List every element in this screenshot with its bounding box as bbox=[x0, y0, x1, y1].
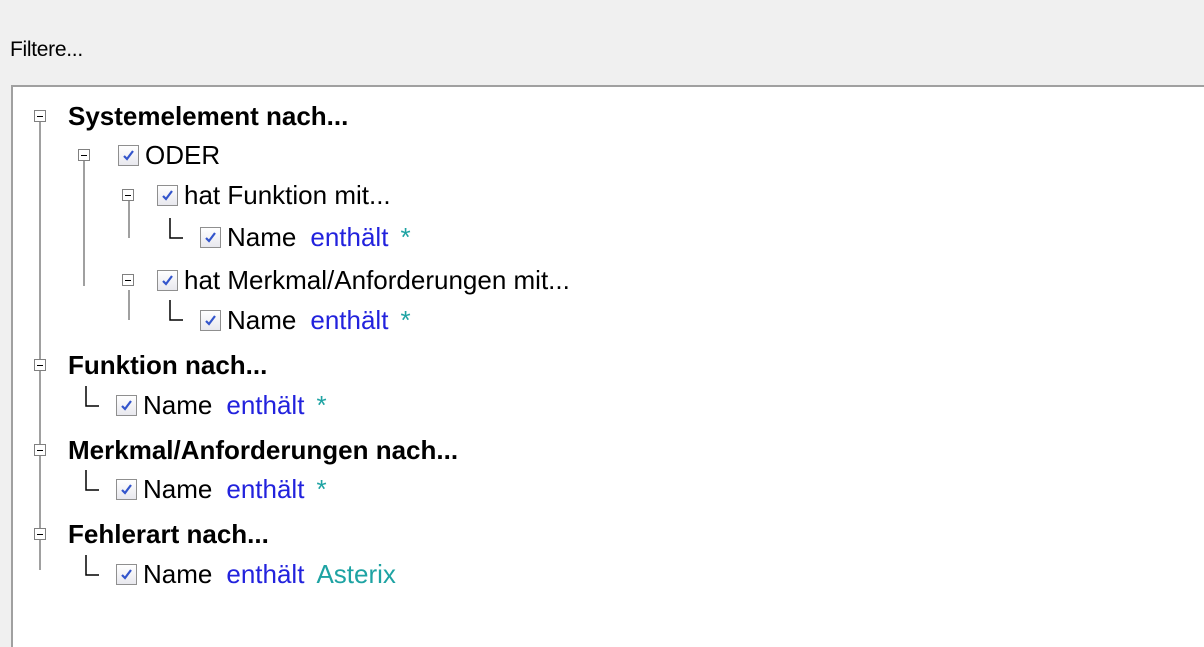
checkbox-oder[interactable] bbox=[118, 144, 139, 166]
collapse-toggle-icon[interactable] bbox=[34, 110, 46, 122]
collapse-toggle-icon[interactable] bbox=[34, 444, 46, 456]
condition-value[interactable]: Asterix bbox=[316, 559, 395, 590]
condition-row[interactable]: Name enthält * bbox=[200, 300, 411, 340]
tree-node-merkmal[interactable]: Merkmal/Anforderungen nach... bbox=[27, 430, 458, 470]
tree-node-label: ODER bbox=[145, 139, 221, 170]
collapse-toggle-icon[interactable] bbox=[78, 149, 90, 161]
condition-operator[interactable]: enthält bbox=[310, 305, 388, 336]
tree-node-label: hat Merkmal/Anforderungen mit... bbox=[184, 264, 570, 295]
condition-operator[interactable]: enthält bbox=[226, 559, 304, 590]
tree-node-funktion[interactable]: Funktion nach... bbox=[27, 345, 267, 385]
condition-value[interactable]: * bbox=[400, 222, 410, 253]
condition-value[interactable]: * bbox=[316, 474, 326, 505]
condition-row[interactable]: Name enthält * bbox=[116, 469, 327, 509]
condition-field: Name bbox=[227, 221, 297, 252]
collapse-toggle-icon[interactable] bbox=[122, 189, 134, 201]
checkbox-condition[interactable] bbox=[200, 226, 221, 248]
tree-node-hat-merkmal[interactable]: hat Merkmal/Anforderungen mit... bbox=[115, 260, 570, 300]
tree-node-fehlerart[interactable]: Fehlerart nach... bbox=[27, 514, 269, 554]
checkbox-condition[interactable] bbox=[116, 394, 137, 416]
checkbox-condition[interactable] bbox=[200, 309, 221, 331]
tree-node-oder[interactable]: ODER bbox=[72, 135, 220, 175]
condition-row[interactable]: Name enthält * bbox=[116, 385, 327, 425]
collapse-toggle-icon[interactable] bbox=[34, 359, 46, 371]
condition-row[interactable]: Name enthält * bbox=[200, 217, 411, 257]
collapse-toggle-icon[interactable] bbox=[122, 274, 134, 286]
condition-operator[interactable]: enthält bbox=[226, 390, 304, 421]
condition-value[interactable]: * bbox=[316, 390, 326, 421]
tree-node-hat-funktion[interactable]: hat Funktion mit... bbox=[115, 175, 391, 215]
condition-row[interactable]: Name enthält Asterix bbox=[116, 554, 396, 594]
tree-node-label: Systemelement nach... bbox=[68, 100, 349, 131]
tree-node-label: hat Funktion mit... bbox=[184, 179, 391, 210]
condition-field: Name bbox=[143, 389, 213, 420]
condition-field: Name bbox=[227, 304, 297, 335]
checkbox-condition[interactable] bbox=[116, 563, 137, 585]
condition-operator[interactable]: enthält bbox=[226, 474, 304, 505]
filter-header-label: Filtere... bbox=[10, 38, 83, 61]
tree-node-systemelement[interactable]: Systemelement nach... bbox=[27, 96, 348, 136]
condition-value[interactable]: * bbox=[400, 305, 410, 336]
collapse-toggle-icon[interactable] bbox=[34, 528, 46, 540]
checkbox-hat-funktion[interactable] bbox=[157, 184, 178, 206]
checkbox-condition[interactable] bbox=[116, 478, 137, 500]
condition-field: Name bbox=[143, 473, 213, 504]
tree-node-label: Fehlerart nach... bbox=[68, 518, 269, 549]
condition-operator[interactable]: enthält bbox=[310, 222, 388, 253]
tree-node-label: Merkmal/Anforderungen nach... bbox=[68, 434, 459, 465]
condition-field: Name bbox=[143, 558, 213, 589]
tree-node-label: Funktion nach... bbox=[68, 349, 268, 380]
checkbox-hat-merkmal[interactable] bbox=[157, 269, 178, 291]
